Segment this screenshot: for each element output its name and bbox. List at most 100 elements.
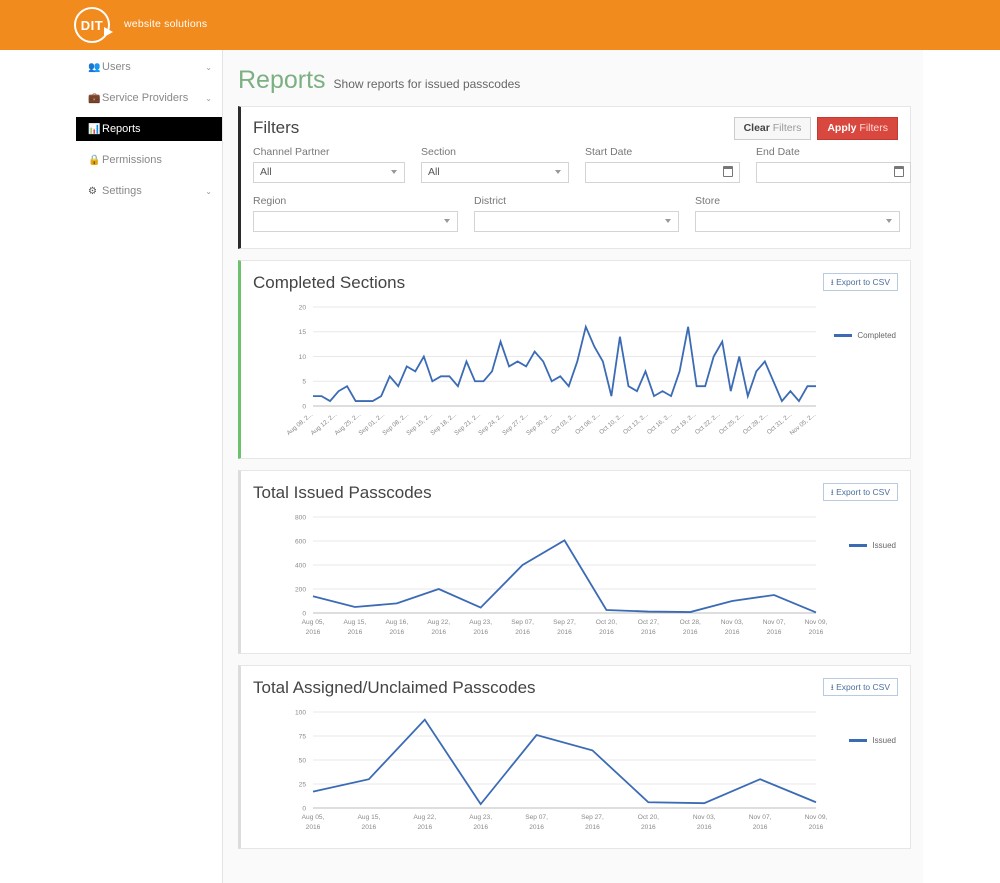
total-assigned-unclaimed-panel: Total Assigned/Unclaimed Passcodes ⭳ Exp…	[238, 664, 911, 849]
svg-text:100: 100	[295, 709, 306, 716]
start-date-input[interactable]	[585, 161, 740, 183]
sidebar-item-label: Reports	[102, 123, 141, 135]
svg-text:Oct 25, 2...: Oct 25, 2...	[718, 410, 746, 435]
channel-partner-select[interactable]: All	[253, 161, 405, 183]
field-store: Store	[695, 195, 900, 232]
svg-text:Nov 03,: Nov 03,	[693, 814, 716, 821]
svg-text:Oct 20,: Oct 20,	[596, 619, 617, 626]
sidebar-item-settings[interactable]: ⚙ Settings ⌄	[76, 179, 222, 203]
clear-filters-button[interactable]: Clear Filters	[733, 117, 812, 140]
line-chart-total-assigned: 0 25 50 75 100 Aug 05, 2016 Aug 15, 2016 Aug 22, 2…	[295, 709, 828, 831]
svg-text:2016: 2016	[473, 629, 488, 636]
svg-text:2016: 2016	[753, 824, 768, 831]
chart-title: Total Issued Passcodes	[253, 482, 432, 502]
svg-text:Oct 13, 2...: Oct 13, 2...	[622, 410, 650, 435]
clear-filters-rest: Filters	[769, 122, 802, 134]
lock-icon: 🔒	[88, 154, 101, 166]
chevron-down-icon: ⌄	[205, 186, 212, 196]
section-select[interactable]: All	[421, 161, 569, 183]
sidebar-item-reports[interactable]: 📊 Reports	[76, 117, 222, 141]
svg-text:5: 5	[302, 378, 306, 385]
district-select[interactable]	[474, 210, 679, 232]
region-label: Region	[253, 194, 287, 207]
filters-actions: Clear Filters Apply Filters	[733, 117, 898, 140]
logo-text: DIT	[80, 17, 104, 33]
svg-text:2016: 2016	[306, 824, 321, 831]
briefcase-icon: 💼	[88, 92, 101, 104]
filters-grid: Channel Partner All Section All Start Da…	[241, 142, 911, 248]
svg-text:Oct 16, 2...: Oct 16, 2...	[646, 410, 674, 435]
sidebar-item-label: Users	[102, 61, 131, 73]
svg-text:Aug 15,: Aug 15,	[358, 814, 381, 821]
field-section: Section All	[421, 146, 569, 183]
export-to-csv-button[interactable]: ⭳ Export to CSV	[822, 677, 898, 696]
svg-text:2016: 2016	[697, 824, 712, 831]
export-to-csv-button[interactable]: ⭳ Export to CSV	[822, 482, 898, 501]
svg-text:Sep 30, 2...: Sep 30, 2...	[525, 410, 554, 436]
main-content: Reports Show reports for issued passcode…	[223, 50, 923, 883]
section-label: Section	[421, 145, 457, 158]
district-label: District	[474, 194, 507, 207]
svg-text:Oct 22, 2...: Oct 22, 2...	[694, 410, 722, 435]
chart-legend: Issued	[849, 541, 896, 550]
svg-text:Nov 09,: Nov 09,	[805, 814, 828, 821]
svg-text:Nov 07,: Nov 07,	[749, 814, 772, 821]
sidebar-item-label: Service Providers	[102, 92, 189, 104]
export-to-csv-button[interactable]: ⭳ Export to CSV	[822, 272, 898, 291]
svg-text:2016: 2016	[306, 629, 321, 636]
chevron-down-icon: ⌄	[205, 62, 212, 72]
sidebar-item-users[interactable]: 👥 Users ⌄	[76, 55, 222, 79]
store-select[interactable]	[695, 210, 900, 232]
page-subtitle: Show reports for issued passcodes	[333, 77, 521, 91]
end-date-input[interactable]	[756, 161, 911, 183]
legend-label: Completed	[857, 330, 896, 340]
svg-text:2016: 2016	[641, 824, 656, 831]
total-issued-passcodes-panel: Total Issued Passcodes ⭳ Export to CSV I…	[238, 469, 911, 654]
dit-logo-icon: DIT	[72, 5, 120, 45]
line-chart-total-issued: 0 200 400 600 800 Aug 05, 2016 Aug 15, 2016 Aug 1…	[295, 514, 828, 636]
calendar-icon[interactable]	[894, 165, 904, 177]
brand-logo[interactable]: DIT website solutions	[72, 5, 207, 45]
svg-text:Aug 22,: Aug 22,	[427, 619, 450, 626]
chart-header: Total Assigned/Unclaimed Passcodes ⭳ Exp…	[241, 666, 910, 698]
svg-text:Oct 28, 2...: Oct 28, 2...	[742, 410, 770, 435]
filters-title: Filters	[253, 118, 300, 138]
sidebar-item-service-providers[interactable]: 💼 Service Providers ⌄	[76, 86, 222, 110]
users-icon: 👥	[88, 61, 101, 73]
page-title: Reports	[238, 66, 326, 94]
calendar-icon[interactable]	[723, 165, 733, 177]
svg-text:2016: 2016	[767, 629, 782, 636]
svg-text:Aug 16,: Aug 16,	[385, 619, 408, 626]
page-header: Reports Show reports for issued passcode…	[223, 50, 923, 95]
svg-text:50: 50	[299, 757, 307, 764]
legend-swatch	[849, 543, 868, 547]
svg-text:Aug 23,: Aug 23,	[469, 619, 492, 626]
svg-text:2016: 2016	[725, 629, 740, 636]
legend-label: Issued	[872, 735, 896, 745]
legend-label: Issued	[872, 540, 896, 550]
channel-partner-label: Channel Partner	[253, 145, 330, 158]
svg-text:2016: 2016	[348, 629, 363, 636]
svg-text:0: 0	[302, 805, 306, 812]
svg-text:25: 25	[299, 781, 307, 788]
region-select[interactable]	[253, 210, 458, 232]
start-date-label: Start Date	[585, 145, 633, 158]
clear-filters-strong: Clear	[743, 122, 770, 134]
sidebar-item-permissions[interactable]: 🔒 Permissions	[76, 148, 222, 172]
svg-text:2016: 2016	[599, 629, 614, 636]
svg-text:Sep 07,: Sep 07,	[511, 619, 534, 626]
svg-text:15: 15	[299, 329, 307, 336]
svg-text:Sep 27,: Sep 27,	[581, 814, 604, 821]
chart-body: Completed 0 5 10 15 20 Aug 08, 2... Aug 12, 2.…	[241, 293, 910, 458]
apply-filters-button[interactable]: Apply Filters	[817, 117, 898, 140]
legend-swatch	[834, 333, 853, 337]
brand-tagline: website solutions	[124, 18, 208, 30]
end-date-label: End Date	[756, 145, 800, 158]
gear-icon: ⚙	[88, 185, 97, 197]
svg-text:Nov 09,: Nov 09,	[805, 619, 828, 626]
svg-text:2016: 2016	[515, 629, 530, 636]
apply-filters-rest: Filters	[856, 122, 888, 134]
sidebar-item-label: Settings	[102, 185, 142, 197]
section-value: All	[428, 166, 440, 178]
svg-text:2016: 2016	[362, 824, 377, 831]
